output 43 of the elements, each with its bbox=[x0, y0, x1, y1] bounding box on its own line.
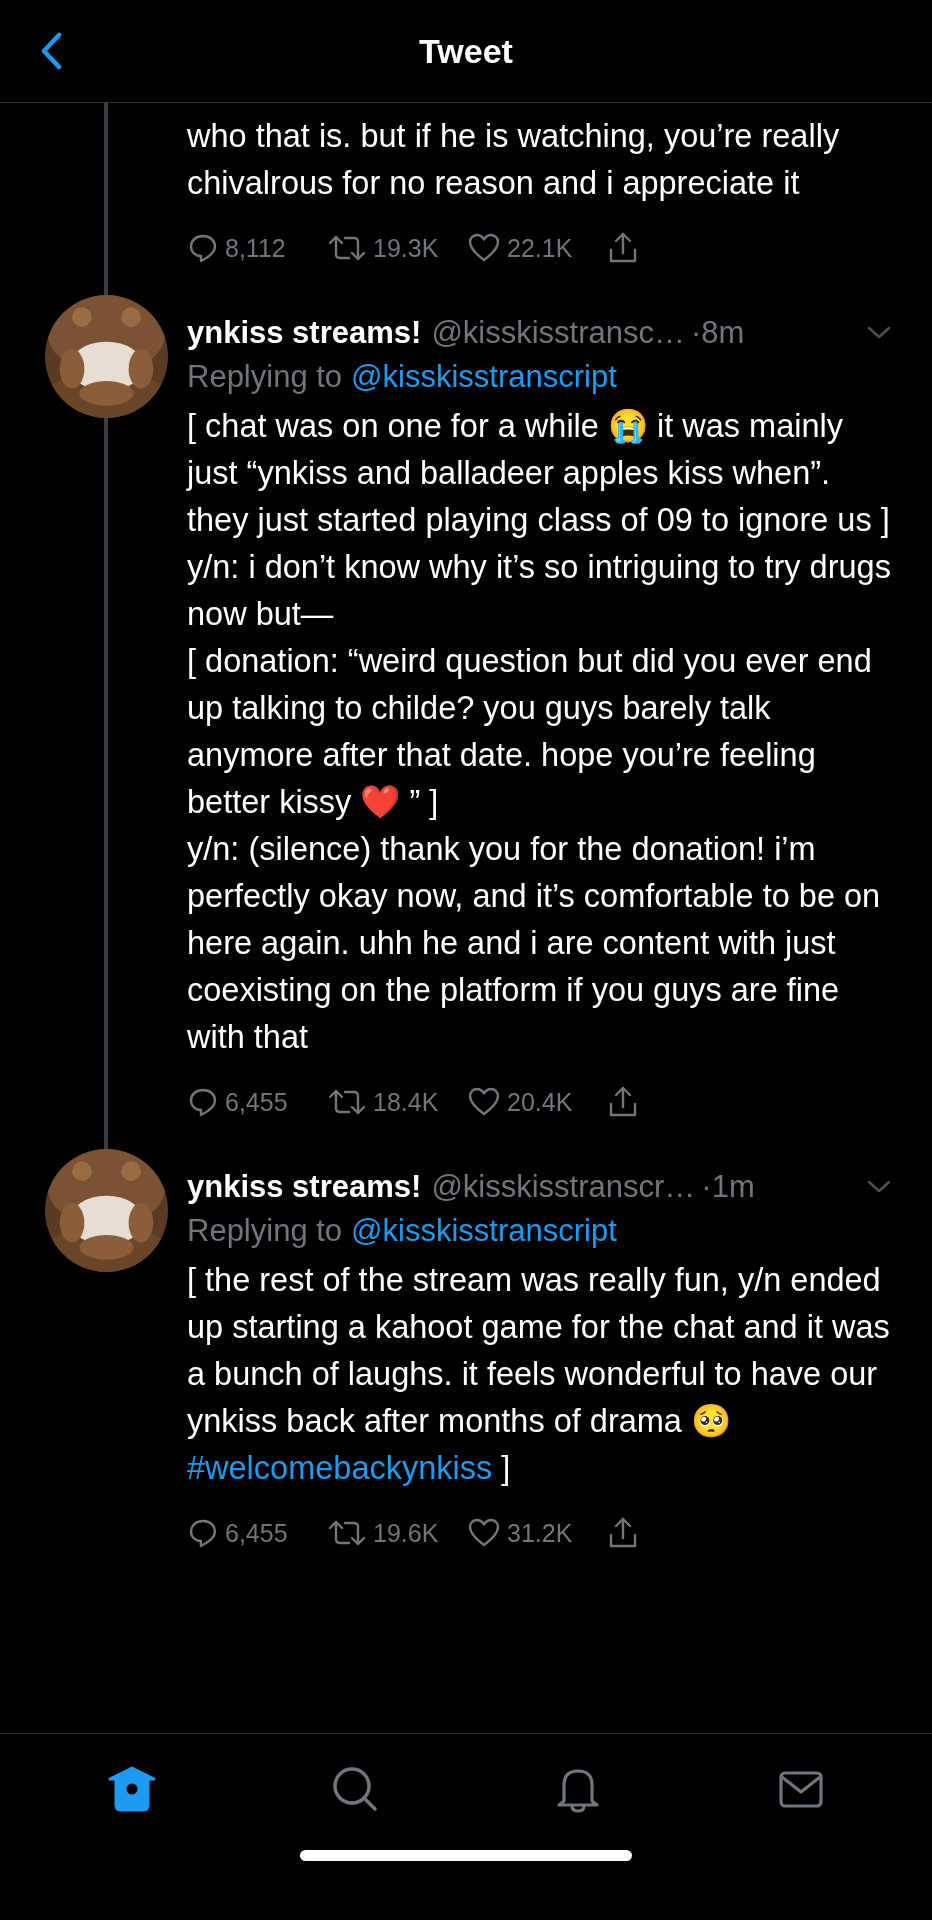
hashtag-link[interactable]: #welcomebackynkiss bbox=[187, 1450, 493, 1486]
mention-link[interactable]: @kisskisstranscript bbox=[351, 1213, 617, 1248]
caret-icon[interactable] bbox=[866, 325, 892, 341]
replying-label: Replying to bbox=[187, 359, 343, 394]
tweet-text: y/n: i don’t know why it’s so intriguing to try drugs now but— bbox=[187, 548, 892, 634]
mention-link[interactable]: @kisskisstranscript bbox=[351, 359, 617, 394]
tweet-text: [ the rest of the stream was really fun, y/n ended up starting a kahoot game for the chat and it was a bunch of laughs. it feels wonderful to have our ynkiss back after months of drama 🥺 bbox=[187, 1261, 891, 1441]
reply-button[interactable]: 6,455 bbox=[187, 1086, 299, 1118]
like-button[interactable]: 31.2K bbox=[467, 1517, 579, 1549]
author-handle: @kisskisstranscr… bbox=[431, 1168, 696, 1206]
replying-label: Replying to bbox=[187, 1213, 343, 1248]
reply-icon bbox=[187, 1086, 219, 1118]
retweet-button[interactable]: 18.4K bbox=[327, 1086, 439, 1118]
share-icon bbox=[607, 1085, 639, 1119]
tweet-time: ·1m bbox=[701, 1168, 755, 1206]
author-name: ynkiss streams! bbox=[187, 1168, 422, 1206]
tweet-text: who that is. but if he is watching, you’re really chivalrous for no reason and i appreciate it bbox=[187, 117, 841, 203]
retweet-button[interactable]: 19.3K bbox=[327, 232, 439, 264]
author-handle: @kisskisstransc… bbox=[431, 314, 686, 352]
share-icon bbox=[607, 1516, 639, 1550]
heart-icon bbox=[467, 1517, 501, 1549]
share-icon bbox=[607, 231, 639, 265]
share-button[interactable] bbox=[607, 231, 639, 265]
back-chevron-icon bbox=[40, 32, 62, 70]
caret-icon[interactable] bbox=[866, 1179, 892, 1195]
header-title: Tweet bbox=[419, 31, 513, 71]
share-button[interactable] bbox=[607, 1085, 639, 1119]
tweet-time: ·8m bbox=[691, 314, 745, 352]
author-name: ynkiss streams! bbox=[187, 314, 422, 352]
like-button[interactable]: 20.4K bbox=[467, 1086, 579, 1118]
home-icon bbox=[106, 1765, 157, 1813]
tweet-text: #welcomebackynkiss ] bbox=[187, 1449, 512, 1488]
heart-icon bbox=[467, 232, 501, 264]
like-button[interactable]: 22.1K bbox=[467, 232, 579, 264]
search-icon bbox=[330, 1765, 379, 1813]
reply-icon bbox=[187, 1517, 219, 1549]
heart-icon bbox=[467, 1086, 501, 1118]
share-button[interactable] bbox=[607, 1516, 639, 1550]
tweet-text: y/n: (silence) thank you for the donation! i’m perfectly okay now, and it’s comfortable to be on here again. uhh he and i are content with just coexisting on the platform if you guys are fine with that bbox=[187, 830, 882, 1057]
reply-icon bbox=[187, 232, 219, 264]
reply-button[interactable]: 8,112 bbox=[187, 232, 299, 264]
retweet-button[interactable]: 19.6K bbox=[327, 1517, 439, 1549]
reply-button[interactable]: 6,455 bbox=[187, 1517, 299, 1549]
